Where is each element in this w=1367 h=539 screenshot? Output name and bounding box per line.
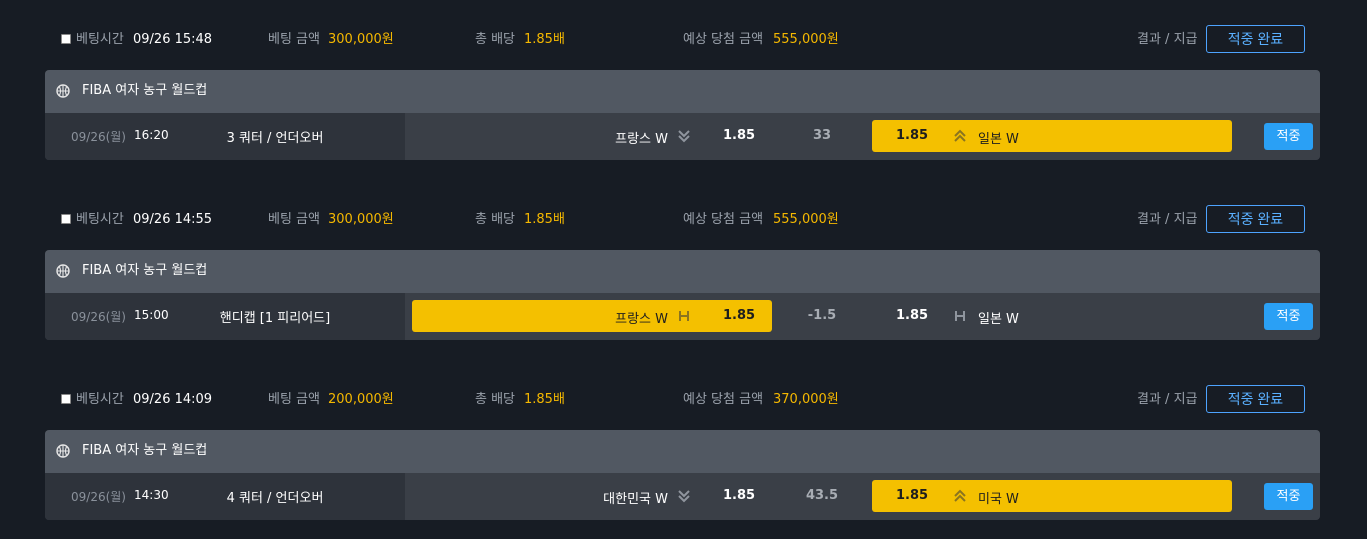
- basketball-icon: [56, 264, 70, 278]
- expected-win-value: 370,000원: [773, 392, 839, 407]
- result-payout-label: 결과 / 지급: [1137, 212, 1198, 227]
- bet-select-checkbox[interactable]: [61, 214, 71, 224]
- match-info-cell: 09/26(월) 16:20 3 쿼터 / 언더오버: [45, 113, 405, 160]
- total-odds-label: 총 배당: [475, 392, 516, 407]
- bet-time-label: 베팅시간: [76, 212, 124, 227]
- home-odds[interactable]: 1.85: [723, 128, 755, 143]
- bet-amount-value: 300,000원: [328, 32, 394, 47]
- home-odds[interactable]: 1.85: [723, 488, 755, 503]
- bet-amount-label: 베팅 금액: [268, 392, 320, 407]
- basketball-icon: [56, 84, 70, 98]
- handicap-h-icon: [955, 311, 965, 321]
- home-odds[interactable]: 1.85: [723, 308, 755, 323]
- match-info-cell: 09/26(월) 15:00 핸디캡 [1 피리어드]: [45, 293, 405, 340]
- away-odds[interactable]: 1.85: [896, 488, 928, 503]
- bet-amount-value: 300,000원: [328, 212, 394, 227]
- bet-slip: 베팅시간 09/26 15:48 베팅 금액 300,000원 총 배당 1.8…: [0, 20, 1367, 200]
- handicap-h-icon: [679, 311, 689, 321]
- league-card: FIBA 여자 농구 월드컵 09/26(월) 16:20 3 쿼터 / 언더오…: [45, 70, 1320, 160]
- bet-time-value: 09/26 14:55: [133, 212, 213, 227]
- away-team-name[interactable]: 일본 W: [978, 128, 1019, 147]
- double-chevron-down-icon: [678, 130, 690, 143]
- result-payout-label: 결과 / 지급: [1137, 392, 1198, 407]
- bet-amount-label: 베팅 금액: [268, 32, 320, 47]
- bet-time-value: 09/26 15:48: [133, 32, 213, 47]
- bet-summary-header: 베팅시간 09/26 14:09 베팅 금액 200,000원 총 배당 1.8…: [0, 380, 1367, 420]
- match-row: 09/26(월) 14:30 4 쿼터 / 언더오버 대한민국 W 1.85 4…: [45, 473, 1320, 520]
- match-date: 09/26(월): [71, 490, 126, 504]
- league-card: FIBA 여자 농구 월드컵 09/26(월) 15:00 핸디캡 [1 피리어…: [45, 250, 1320, 340]
- line-value: -1.5: [807, 308, 837, 323]
- bet-slip: 베팅시간 09/26 14:55 베팅 금액 300,000원 총 배당 1.8…: [0, 200, 1367, 380]
- league-name: FIBA 여자 농구 월드컵: [82, 443, 208, 458]
- hit-status-badge: 적중: [1264, 123, 1313, 150]
- double-chevron-up-icon: [954, 129, 966, 142]
- market-name: 4 쿼터 / 언더오버: [226, 491, 324, 506]
- match-time: 14:30: [134, 488, 169, 502]
- total-odds-label: 총 배당: [475, 212, 516, 227]
- league-name: FIBA 여자 농구 월드컵: [82, 83, 208, 98]
- hit-status-badge: 적중: [1264, 303, 1313, 330]
- match-time: 15:00: [134, 308, 169, 322]
- bet-select-checkbox[interactable]: [61, 394, 71, 404]
- league-name: FIBA 여자 농구 월드컵: [82, 263, 208, 278]
- total-odds-label: 총 배당: [475, 32, 516, 47]
- market-name: 3 쿼터 / 언더오버: [226, 131, 324, 146]
- total-odds-value: 1.85배: [524, 32, 565, 47]
- expected-win-label: 예상 당첨 금액: [683, 212, 764, 227]
- basketball-icon: [56, 444, 70, 458]
- home-team-name[interactable]: 프랑스 W: [565, 128, 668, 147]
- result-complete-button[interactable]: 적중 완료: [1206, 25, 1305, 53]
- total-odds-value: 1.85배: [524, 212, 565, 227]
- bet-summary-header: 베팅시간 09/26 15:48 베팅 금액 300,000원 총 배당 1.8…: [0, 20, 1367, 60]
- bet-amount-label: 베팅 금액: [268, 212, 320, 227]
- match-time: 16:20: [134, 128, 169, 142]
- total-odds-value: 1.85배: [524, 392, 565, 407]
- expected-win-value: 555,000원: [773, 212, 839, 227]
- bet-slip: 베팅시간 09/26 14:09 베팅 금액 200,000원 총 배당 1.8…: [0, 380, 1367, 539]
- expected-win-label: 예상 당첨 금액: [683, 392, 764, 407]
- away-odds[interactable]: 1.85: [896, 128, 928, 143]
- bet-amount-value: 200,000원: [328, 392, 394, 407]
- bet-select-checkbox[interactable]: [61, 34, 71, 44]
- market-name: 핸디캡 [1 피리어드]: [219, 311, 331, 326]
- bet-time-value: 09/26 14:09: [133, 392, 213, 407]
- bet-time-label: 베팅시간: [76, 392, 124, 407]
- league-header: FIBA 여자 농구 월드컵: [45, 430, 1320, 473]
- result-payout-label: 결과 / 지급: [1137, 32, 1198, 47]
- double-chevron-up-icon: [954, 489, 966, 502]
- bet-time-label: 베팅시간: [76, 32, 124, 47]
- expected-win-value: 555,000원: [773, 32, 839, 47]
- line-value: 43.5: [805, 488, 839, 503]
- away-team-name[interactable]: 일본 W: [978, 308, 1019, 327]
- match-info-cell: 09/26(월) 14:30 4 쿼터 / 언더오버: [45, 473, 405, 520]
- bet-summary-header: 베팅시간 09/26 14:55 베팅 금액 300,000원 총 배당 1.8…: [0, 200, 1367, 240]
- match-date: 09/26(월): [71, 130, 126, 144]
- home-team-name[interactable]: 대한민국 W: [565, 488, 668, 507]
- result-complete-button[interactable]: 적중 완료: [1206, 385, 1305, 413]
- hit-status-badge: 적중: [1264, 483, 1313, 510]
- league-header: FIBA 여자 농구 월드컵: [45, 70, 1320, 113]
- away-team-name[interactable]: 미국 W: [978, 488, 1019, 507]
- match-row: 09/26(월) 16:20 3 쿼터 / 언더오버 프랑스 W 1.85 33…: [45, 113, 1320, 160]
- double-chevron-down-icon: [678, 490, 690, 503]
- result-complete-button[interactable]: 적중 완료: [1206, 205, 1305, 233]
- match-row: 09/26(월) 15:00 핸디캡 [1 피리어드] 프랑스 W 1.85 -…: [45, 293, 1320, 340]
- line-value: 33: [812, 128, 832, 143]
- expected-win-label: 예상 당첨 금액: [683, 32, 764, 47]
- away-odds[interactable]: 1.85: [896, 308, 928, 323]
- league-card: FIBA 여자 농구 월드컵 09/26(월) 14:30 4 쿼터 / 언더오…: [45, 430, 1320, 520]
- home-team-name[interactable]: 프랑스 W: [565, 308, 668, 327]
- match-date: 09/26(월): [71, 310, 126, 324]
- league-header: FIBA 여자 농구 월드컵: [45, 250, 1320, 293]
